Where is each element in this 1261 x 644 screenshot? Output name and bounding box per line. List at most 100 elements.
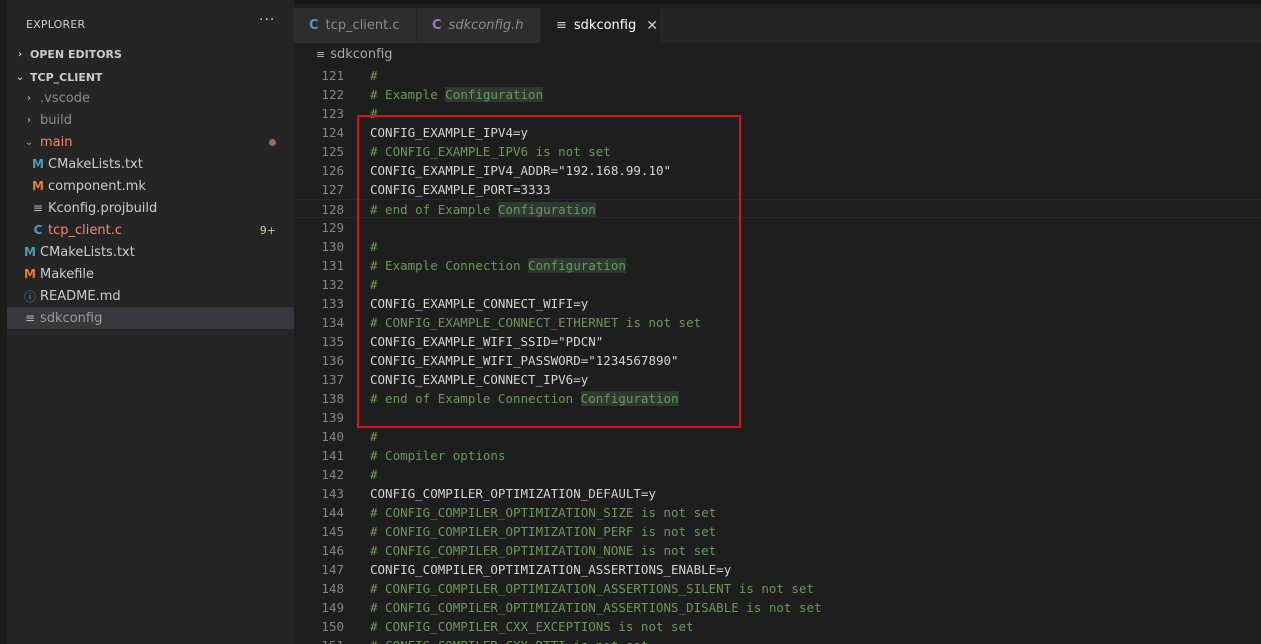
tree-item-label: .vscode xyxy=(40,90,90,106)
code-text: # end of Example Connection Configuratio… xyxy=(370,391,679,406)
close-icon[interactable]: ✕ xyxy=(646,18,658,34)
code-line[interactable]: 145 # CONFIG_COMPILER_OPTIMIZATION_PERF i… xyxy=(294,522,1261,541)
code-text: # Compiler options xyxy=(370,448,506,463)
code-line[interactable]: 140 # xyxy=(294,427,1261,446)
word-highlight: Configuration xyxy=(528,258,626,273)
tree-file-sdkconfig[interactable]: ≡ sdkconfig xyxy=(7,307,294,329)
tree-file-kconfig[interactable]: ≡ Kconfig.projbuild xyxy=(7,197,294,219)
word-highlight: Configuration xyxy=(445,87,544,102)
code-line[interactable]: 132 # xyxy=(294,275,1261,294)
tree-item-label: CMakeLists.txt xyxy=(48,156,143,172)
code-line[interactable]: 139 xyxy=(294,408,1261,427)
code-line[interactable]: 144 # CONFIG_COMPILER_OPTIMIZATION_SIZE i… xyxy=(294,503,1261,522)
project-section[interactable]: ⌄ TCP_CLIENT xyxy=(7,66,294,88)
tab-label: sdkconfig.h xyxy=(448,18,524,33)
code-line[interactable]: 123 # xyxy=(294,104,1261,123)
line-number: 135 xyxy=(321,334,344,349)
breadcrumb-item-sdkconfig[interactable]: sdkconfig xyxy=(330,47,392,62)
line-number: 122 xyxy=(321,87,344,102)
open-editors-label: OPEN EDITORS xyxy=(30,47,122,61)
tab-label: sdkconfig xyxy=(573,18,637,33)
code-text: CONFIG_EXAMPLE_WIFI_SSID="PDCN" xyxy=(370,334,604,349)
code-line[interactable]: 151 # CONFIG_COMPILER_CXX_RTTI is not set xyxy=(294,636,1261,644)
line-number: 138 xyxy=(321,391,344,406)
tree-file-makefile[interactable]: M Makefile xyxy=(7,263,294,285)
line-number: 146 xyxy=(321,543,344,558)
line-number: 142 xyxy=(321,467,344,482)
tree-item-label: CMakeLists.txt xyxy=(40,244,135,260)
code-line[interactable]: 122 # Example Configuration xyxy=(294,85,1261,104)
tree-item-label: tcp_client.c xyxy=(48,222,122,238)
code-line[interactable]: 142 # xyxy=(294,465,1261,484)
code-line[interactable]: 135 CONFIG_EXAMPLE_WIFI_SSID="PDCN" xyxy=(294,332,1261,351)
line-number: 134 xyxy=(321,315,344,330)
vscode-window: EXPLORER ··· › OPEN EDITORS ⌄ TCP_CLIENT… xyxy=(0,0,1261,644)
code-line[interactable]: 130 # xyxy=(294,237,1261,256)
code-line[interactable]: 124 CONFIG_EXAMPLE_IPV4=y xyxy=(294,123,1261,142)
explorer-sidebar: EXPLORER ··· › OPEN EDITORS ⌄ TCP_CLIENT… xyxy=(7,0,294,644)
word-highlight: Configuration xyxy=(497,202,596,217)
tree-item-label: Kconfig.projbuild xyxy=(48,200,158,216)
tree-file-main-cmakelists[interactable]: M CMakeLists.txt xyxy=(7,153,294,175)
code-text: # xyxy=(370,277,378,292)
line-number: 124 xyxy=(321,125,344,140)
tree-folder-build[interactable]: › build xyxy=(7,109,294,131)
tab-tcp-client-c[interactable]: C tcp_client.c xyxy=(294,8,417,43)
line-number: 140 xyxy=(321,429,344,444)
code-line[interactable]: 136 CONFIG_EXAMPLE_WIFI_PASSWORD="1234567… xyxy=(294,351,1261,370)
c-header-icon: C xyxy=(432,18,442,33)
code-line[interactable]: 137 CONFIG_EXAMPLE_CONNECT_IPV6=y xyxy=(294,370,1261,389)
line-number: 149 xyxy=(321,600,344,615)
code-text: # xyxy=(370,106,378,121)
code-line[interactable]: 126 CONFIG_EXAMPLE_IPV4_ADDR="192.168.99.… xyxy=(294,161,1261,180)
text-file-icon: ≡ xyxy=(32,201,44,215)
tree-file-component-mk[interactable]: M component.mk xyxy=(7,175,294,197)
chevron-right-icon: › xyxy=(27,114,31,126)
code-line[interactable]: 146 # CONFIG_COMPILER_OPTIMIZATION_NONE i… xyxy=(294,541,1261,560)
tree-folder-vscode[interactable]: › .vscode xyxy=(7,87,294,109)
code-line[interactable]: 149 # CONFIG_COMPILER_OPTIMIZATION_ASSERT… xyxy=(294,598,1261,617)
breadcrumb: ≡ sdkconfig xyxy=(294,43,1261,65)
code-line[interactable]: 148 # CONFIG_COMPILER_OPTIMIZATION_ASSERT… xyxy=(294,579,1261,598)
code-editor[interactable]: 121 #122 # Example Configuration 123 #124 CON… xyxy=(294,65,1261,644)
code-text: # CONFIG_COMPILER_OPTIMIZATION_SIZE is n… xyxy=(370,505,717,520)
line-number: 132 xyxy=(321,277,344,292)
tree-item-label: component.mk xyxy=(48,178,146,194)
tree-file-readme[interactable]: ⓘ README.md xyxy=(7,285,294,307)
code-line[interactable]: 129 xyxy=(294,218,1261,237)
line-number: 121 xyxy=(321,68,344,83)
text-file-icon: ≡ xyxy=(24,311,36,325)
code-line[interactable]: 138 # end of Example Connection Configura… xyxy=(294,389,1261,408)
code-line[interactable]: 141 # Compiler options xyxy=(294,446,1261,465)
code-line[interactable]: 133 CONFIG_EXAMPLE_CONNECT_WIFI=y xyxy=(294,294,1261,313)
code-line[interactable]: 125 # CONFIG_EXAMPLE_IPV6 is not set xyxy=(294,142,1261,161)
code-text: # xyxy=(370,239,378,254)
code-text: # CONFIG_COMPILER_OPTIMIZATION_ASSERTION… xyxy=(370,581,815,596)
tree-item-label: README.md xyxy=(40,288,121,304)
code-text: # CONFIG_COMPILER_CXX_EXCEPTIONS is not … xyxy=(370,619,694,634)
tree-file-root-cmakelists[interactable]: M CMakeLists.txt xyxy=(7,241,294,263)
open-editors-section[interactable]: › OPEN EDITORS xyxy=(7,43,294,65)
word-highlight: Configuration xyxy=(580,391,679,406)
line-number: 143 xyxy=(321,486,344,501)
code-text: # xyxy=(370,429,378,444)
code-line[interactable]: 127 CONFIG_EXAMPLE_PORT=3333 xyxy=(294,180,1261,199)
code-line[interactable]: 121 # xyxy=(294,66,1261,85)
code-line[interactable]: 150 # CONFIG_COMPILER_CXX_EXCEPTIONS is n… xyxy=(294,617,1261,636)
code-line[interactable]: 131 # Example Connection Configuration xyxy=(294,256,1261,275)
line-number: 139 xyxy=(321,410,344,425)
code-text: # CONFIG_EXAMPLE_CONNECT_ETHERNET is not… xyxy=(370,315,702,330)
more-actions-icon[interactable]: ··· xyxy=(259,12,275,28)
code-line[interactable]: 134 # CONFIG_EXAMPLE_CONNECT_ETHERNET is … xyxy=(294,313,1261,332)
tab-sdkconfig[interactable]: ≡ sdkconfig ✕ xyxy=(541,8,661,43)
code-line[interactable]: 147 CONFIG_COMPILER_OPTIMIZATION_ASSERTIO… xyxy=(294,560,1261,579)
tree-item-label: build xyxy=(40,112,72,128)
code-text: CONFIG_EXAMPLE_CONNECT_IPV6=y xyxy=(370,372,589,387)
code-line[interactable]: 128 # end of Example Configuration xyxy=(294,199,1261,218)
line-number: 125 xyxy=(321,144,344,159)
line-number: 131 xyxy=(321,258,344,273)
tree-folder-main[interactable]: ⌄ main xyxy=(7,131,294,153)
code-line[interactable]: 143 CONFIG_COMPILER_OPTIMIZATION_DEFAULT=… xyxy=(294,484,1261,503)
tree-file-tcp-client-c[interactable]: C tcp_client.c 9+ xyxy=(7,219,294,241)
tab-sdkconfig-h[interactable]: C sdkconfig.h xyxy=(417,8,541,43)
